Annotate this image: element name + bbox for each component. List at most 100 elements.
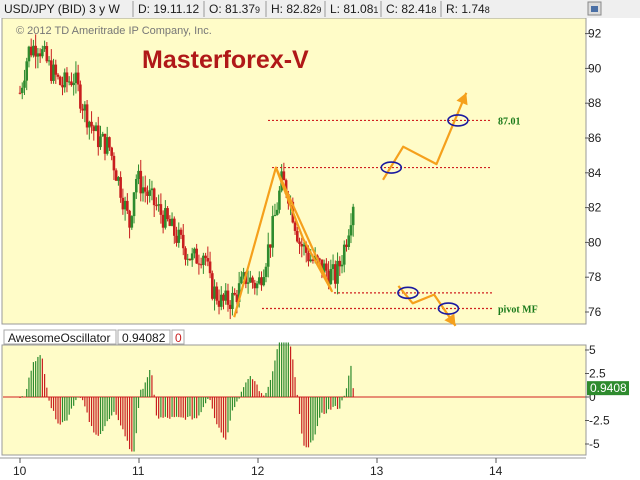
candle-body: [70, 81, 73, 86]
candle-body: [23, 80, 26, 88]
price-axis[interactable]: 76 78 80 82 84 86 88 90 92: [585, 27, 602, 319]
candle-body: [148, 190, 152, 196]
candle-body: [130, 216, 134, 228]
candle-body: [325, 263, 328, 271]
candle-body: [92, 126, 96, 131]
candle-body: [152, 188, 156, 206]
candle-body: [211, 273, 214, 299]
indicator-name[interactable]: AwesomeOscillator: [8, 331, 110, 345]
candle-body: [159, 204, 163, 215]
oscillator-tick-label: -2.5: [589, 414, 610, 428]
time-tick-label: 11: [132, 464, 145, 478]
date-readout: D: 19.11.12: [138, 2, 199, 16]
candle-body: [188, 258, 192, 261]
candle-body: [336, 260, 339, 284]
level-label: 87.01: [498, 116, 521, 127]
candle-body: [72, 83, 75, 86]
candle-body: [25, 61, 29, 81]
candle-body: [246, 282, 250, 284]
candle-body: [226, 290, 230, 305]
candle-body: [264, 266, 268, 277]
candle-body: [85, 104, 89, 128]
candle-body: [338, 260, 342, 267]
oscillator-tick-label: -5: [589, 437, 600, 451]
candle-body: [271, 216, 274, 248]
candle-body: [260, 277, 263, 286]
candle-body: [166, 208, 169, 219]
candle-body: [119, 177, 122, 198]
candle-body: [54, 64, 58, 75]
candle-body: [199, 264, 203, 266]
symbol-label[interactable]: USD/JPY (BID) 3 y W: [4, 2, 120, 16]
price-tick-label: 88: [588, 96, 602, 110]
low-readout: L: 81.081: [330, 2, 378, 16]
candle-body: [340, 264, 344, 267]
candle-body: [41, 49, 44, 57]
candle-body: [168, 218, 172, 226]
candle-body: [206, 258, 210, 262]
candle-body: [117, 177, 120, 181]
candle-body: [43, 46, 46, 50]
candle-body: [61, 84, 64, 88]
price-tick-label: 82: [588, 201, 602, 215]
settings-icon[interactable]: [587, 1, 602, 16]
candle-body: [137, 170, 140, 180]
candle-body: [204, 255, 207, 259]
candle-body: [275, 209, 279, 215]
candle-body: [233, 292, 236, 295]
price-tick-label: 84: [588, 166, 602, 180]
level-label: pivot MF: [498, 305, 538, 316]
candle-body: [32, 45, 35, 56]
candle-body: [181, 234, 185, 249]
candle-body: [47, 60, 51, 62]
candle-body: [94, 125, 98, 131]
candle-body: [29, 46, 33, 56]
indicator-value: 0.94082: [122, 331, 166, 345]
price-tick-label: 86: [588, 131, 602, 145]
candle-body: [128, 210, 131, 228]
oscillator-last-value: 0.9408: [590, 381, 627, 395]
candle-body: [257, 277, 261, 284]
candle-body: [307, 252, 310, 262]
candle-body: [231, 292, 234, 309]
candle-body: [34, 45, 37, 57]
candle-body: [65, 72, 69, 83]
candle-body: [318, 258, 321, 260]
candle-body: [27, 46, 31, 62]
candle-body: [293, 222, 297, 231]
range-readout: R: 1.748: [446, 2, 490, 16]
candle-body: [114, 170, 118, 181]
candle-body: [101, 133, 105, 137]
price-tick-label: 80: [588, 235, 602, 249]
candle-body: [108, 137, 111, 148]
close-readout: C: 82.418: [386, 2, 436, 16]
candle-body: [222, 294, 225, 301]
candle-body: [186, 258, 190, 260]
time-tick-label: 13: [370, 464, 384, 478]
oscillator-tick-label: 2.5: [589, 367, 606, 381]
candle-body: [103, 133, 107, 154]
candle-body: [331, 264, 335, 270]
price-tick-label: 76: [588, 305, 602, 319]
candle-body: [345, 244, 348, 247]
price-chart[interactable]: USD/JPY (BID) 3 y W D: 19.11.12 O: 81.37…: [0, 0, 640, 480]
candle-body: [228, 304, 232, 309]
chart-window: USD/JPY (BID) 3 y W D: 19.11.12 O: 81.37…: [0, 0, 640, 480]
copyright-text: © 2012 TD Ameritrade IP Company, Inc.: [16, 25, 212, 37]
candle-body: [38, 53, 42, 57]
candle-body: [217, 300, 221, 307]
candle-body: [76, 72, 80, 85]
candle-body: [45, 46, 49, 62]
candle-body: [255, 283, 259, 289]
candle-body: [58, 76, 62, 85]
time-tick-label: 10: [13, 464, 27, 478]
candle-body: [20, 87, 24, 93]
candle-body: [202, 255, 205, 265]
price-tick-label: 90: [588, 61, 602, 75]
candle-body: [141, 187, 145, 194]
candle-body: [309, 259, 313, 262]
candle-body: [56, 74, 60, 77]
candle-body: [121, 197, 125, 210]
candle-body: [197, 263, 201, 265]
candle-body: [224, 290, 228, 301]
